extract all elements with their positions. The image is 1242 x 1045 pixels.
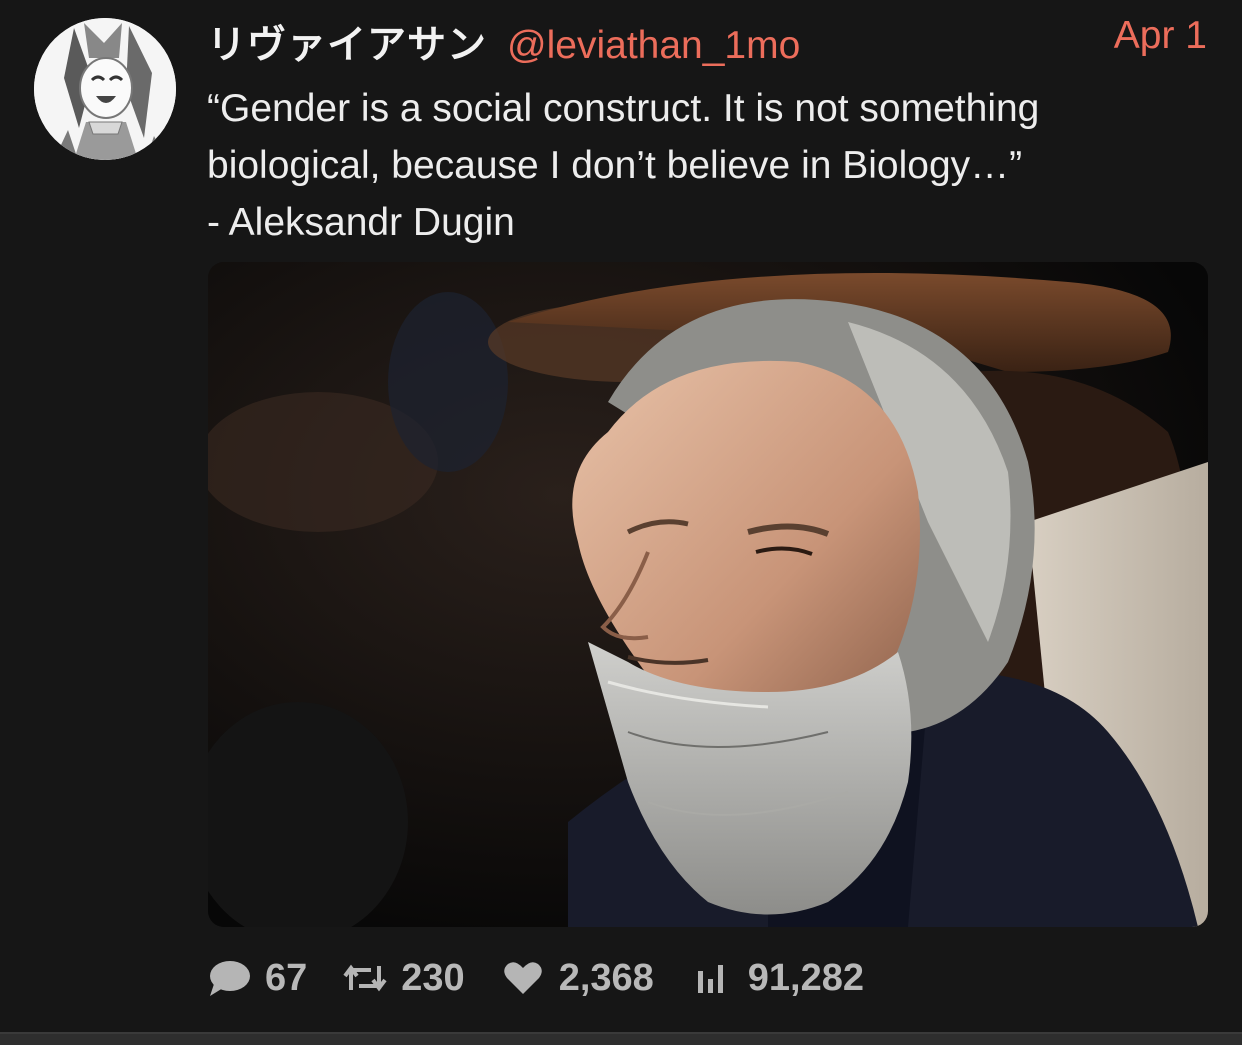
retweet-count: 230 bbox=[401, 956, 465, 999]
heart-icon bbox=[501, 956, 545, 1000]
tweet-actions: 67 230 2,368 91,282 bbox=[207, 950, 900, 1006]
reply-count: 67 bbox=[265, 956, 308, 999]
like-button[interactable]: 2,368 bbox=[501, 956, 654, 1000]
view-count: 91,282 bbox=[747, 956, 865, 999]
tweet-card[interactable]: リヴァイアサン @leviathan_1mo Apr 1 “Gender is … bbox=[0, 0, 1242, 1032]
reply-button[interactable]: 67 bbox=[207, 956, 307, 1000]
display-name[interactable]: リヴァイアサン bbox=[207, 14, 487, 70]
bar-chart-icon bbox=[690, 956, 734, 1000]
divider bbox=[0, 1032, 1242, 1045]
tweet-date[interactable]: Apr 1 bbox=[1114, 14, 1207, 58]
retweet-arrows-icon bbox=[343, 956, 387, 1000]
photo-portrait-man bbox=[208, 262, 1208, 927]
speech-bubble-icon bbox=[207, 956, 251, 1000]
tweet-text: “Gender is a social construct. It is not… bbox=[207, 87, 1040, 244]
avatar-illustration bbox=[34, 18, 176, 160]
tweet-photo[interactable] bbox=[208, 262, 1208, 927]
user-handle[interactable]: @leviathan_1mo bbox=[507, 24, 800, 68]
retweet-button[interactable]: 230 bbox=[343, 956, 465, 1000]
like-count: 2,368 bbox=[558, 956, 654, 999]
views-button[interactable]: 91,282 bbox=[690, 956, 864, 1000]
tweet-header: リヴァイアサン @leviathan_1mo Apr 1 bbox=[207, 14, 1207, 68]
avatar[interactable] bbox=[34, 18, 176, 160]
